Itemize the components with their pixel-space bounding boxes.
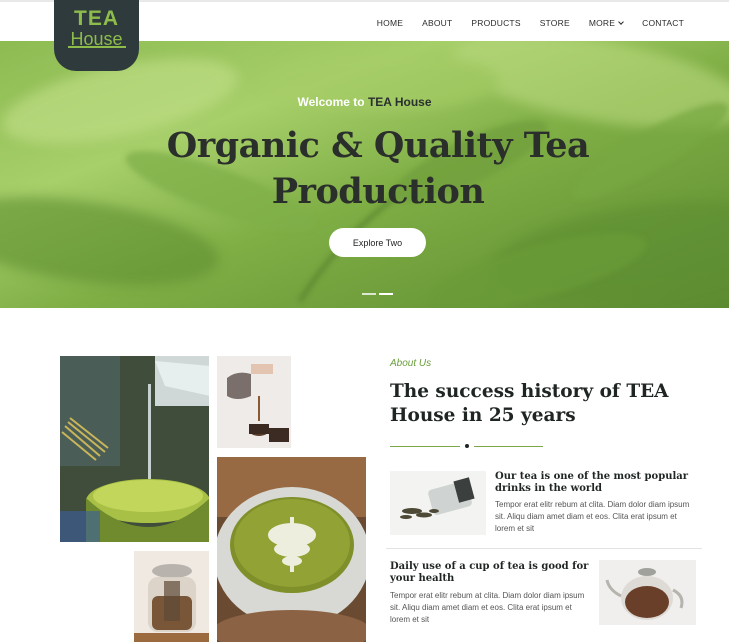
main-menu: HOME ABOUT PRODUCTS STORE MORE CONTACT xyxy=(358,18,684,28)
matcha-latte-image xyxy=(217,457,366,642)
matcha-latte-illustration xyxy=(217,457,366,642)
explore-button[interactable]: Explore Two xyxy=(329,228,426,257)
page: HOME ABOUT PRODUCTS STORE MORE CONTACT T… xyxy=(0,0,729,642)
tea-pouring-illustration xyxy=(217,356,291,448)
brand-logo[interactable]: TEA House xyxy=(54,0,139,71)
matcha-whisk-image xyxy=(60,356,209,542)
feature-separator xyxy=(386,548,702,549)
about-section-title: The success history of TEA House in 25 y… xyxy=(390,380,700,428)
nav-home[interactable]: HOME xyxy=(377,18,403,28)
glass-teapot-feature-image xyxy=(599,560,696,625)
nav-about[interactable]: ABOUT xyxy=(422,18,452,28)
hero-title: Organic & Quality Tea Production xyxy=(0,123,729,215)
hero-welcome-text: Welcome to TEA House xyxy=(0,95,729,109)
feature-2-title: Daily use of a cup of tea is good for yo… xyxy=(390,561,589,584)
hero-welcome-brand: TEA House xyxy=(367,95,432,109)
tea-pouring-image xyxy=(217,356,291,448)
glass-teapot-illustration xyxy=(134,551,209,642)
nav-store[interactable]: STORE xyxy=(540,18,570,28)
chevron-down-icon xyxy=(618,18,624,25)
nav-store-label: STORE xyxy=(539,18,570,28)
tea-leaves-jar-image xyxy=(390,471,486,535)
hero-title-line1: Organic & Quality Tea xyxy=(166,125,590,166)
feature-1-title: Our tea is one of the most popular drink… xyxy=(495,471,689,494)
nav-contact-label: CONTACT xyxy=(642,18,684,28)
glass-teapot-image xyxy=(134,551,209,642)
nav-more-label: MORE xyxy=(588,18,616,28)
carousel-indicator-2[interactable] xyxy=(379,293,393,295)
logo-underline xyxy=(68,46,126,48)
nav-contact[interactable]: CONTACT xyxy=(642,18,684,28)
matcha-pour-illustration xyxy=(60,356,209,542)
about-title-line1: The success history of TEA xyxy=(390,381,669,402)
divider-line-right xyxy=(474,446,543,447)
title-divider xyxy=(390,444,543,449)
nav-home-label: HOME xyxy=(376,18,404,28)
hero-banner: Welcome to TEA House Organic & Quality T… xyxy=(0,41,729,308)
nav-products-label: PRODUCTS xyxy=(471,18,521,28)
nav-more-dropdown[interactable]: MORE xyxy=(588,18,624,28)
logo-text-main: TEA xyxy=(74,7,119,30)
about-title-line2: House in 25 years xyxy=(390,405,576,426)
carousel-indicators xyxy=(362,293,393,295)
nav-about-label: ABOUT xyxy=(422,18,453,28)
divider-line-left xyxy=(390,446,460,447)
feature-1-text: Tempor erat elitr rebum at clita. Diam d… xyxy=(495,500,690,533)
divider-dot xyxy=(465,444,469,448)
glass-teapot-feature-illustration xyxy=(599,560,696,625)
carousel-indicator-1[interactable] xyxy=(362,293,376,295)
hero-welcome-prefix: Welcome to xyxy=(297,95,365,109)
feature-2-text: Tempor erat elitr rebum at clita. Diam d… xyxy=(390,591,585,624)
nav-products[interactable]: PRODUCTS xyxy=(471,18,520,28)
hero-title-line2: Production xyxy=(271,171,485,212)
about-section-label: About Us xyxy=(390,358,432,369)
tea-jar-illustration xyxy=(390,471,486,535)
